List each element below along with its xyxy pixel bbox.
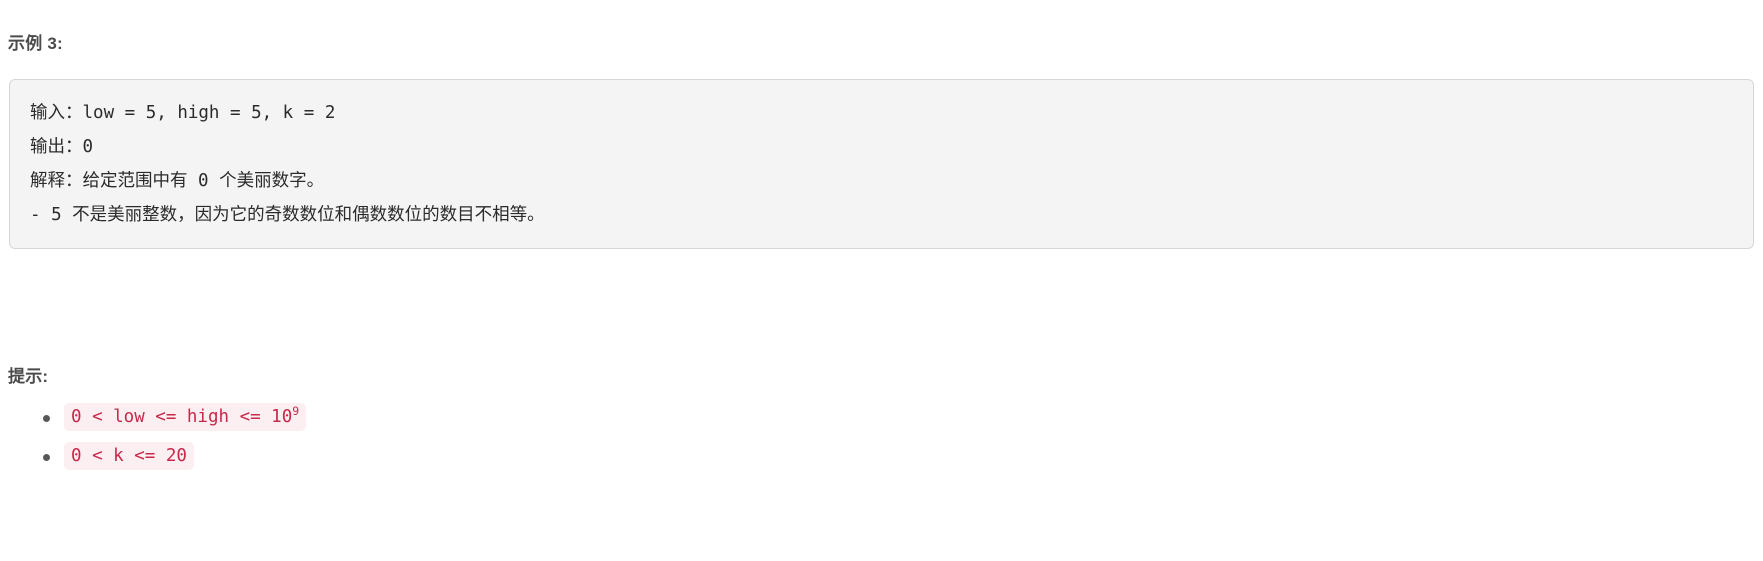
code-line-output: 输出：0 [30,137,94,157]
constraint-code-k: 0 < k <= 20 [64,442,194,470]
problem-description-page: 示例 3: 输入：low = 5, high = 5, k = 2 输出：0 解… [0,0,1763,561]
hints-list: 0 < low <= high <= 109 0 < k <= 20 [8,398,307,476]
constraint-text: 0 < low <= high <= 10 [71,407,293,427]
example-heading: 示例 3: [8,34,63,53]
constraint-code-low-high: 0 < low <= high <= 109 [64,403,307,431]
code-line-explanation: 解释：给定范围中有 0 个美丽数字。 [30,171,325,191]
list-item: 0 < k <= 20 [42,437,306,476]
list-item: 0 < low <= high <= 109 [42,398,307,437]
exponent: 9 [292,404,300,419]
code-line-input: 输入：low = 5, high = 5, k = 2 [30,103,336,123]
constraint-text: 0 < k <= 20 [71,446,187,466]
example-code-block: 输入：low = 5, high = 5, k = 2 输出：0 解释：给定范围… [9,79,1754,249]
hints-heading: 提示: [8,367,49,386]
code-line-explanation-detail: - 5 不是美丽整数，因为它的奇数数位和偶数数位的数目不相等。 [30,205,545,225]
